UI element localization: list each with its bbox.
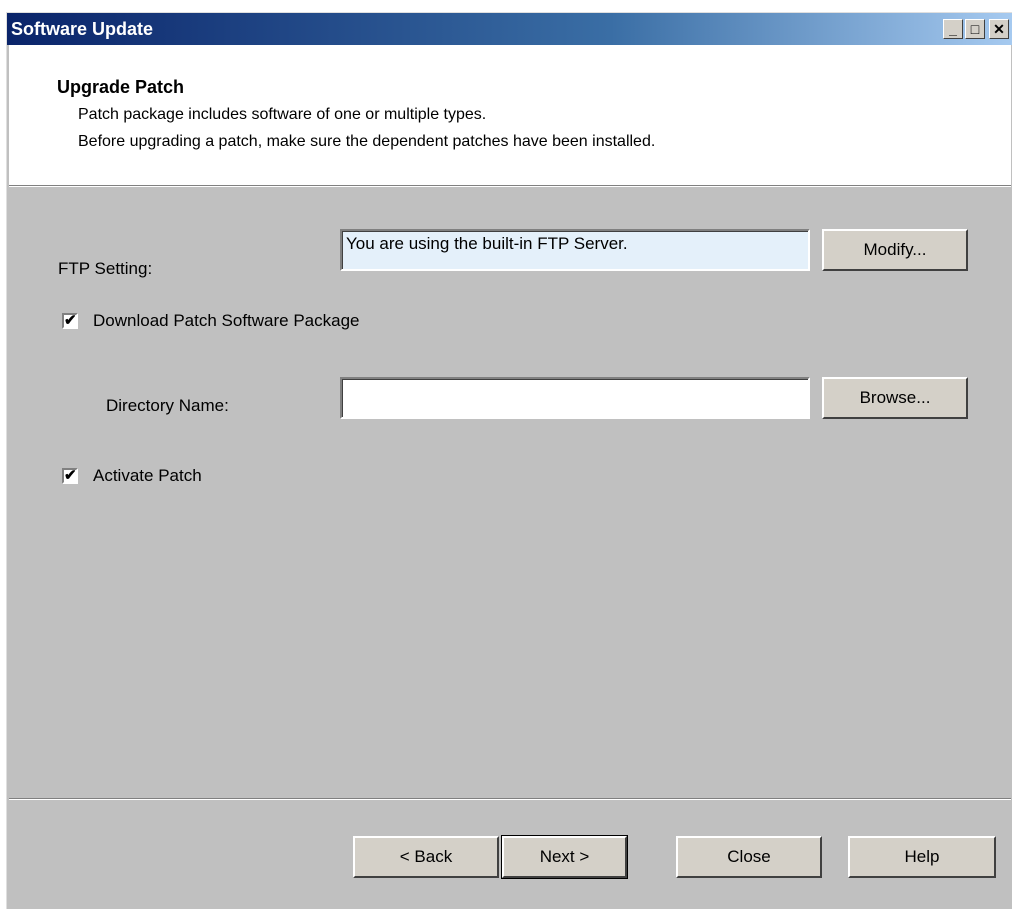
close-button-label: Close [727, 847, 771, 866]
download-patch-checkbox[interactable]: ✔ [62, 313, 78, 329]
window-title: Software Update [11, 19, 154, 39]
download-patch-label[interactable]: Download Patch Software Package [93, 311, 360, 331]
close-icon[interactable]: ✕ [989, 19, 1009, 39]
header-description-2: Before upgrading a patch, make sure the … [78, 133, 656, 150]
wizard-header: Upgrade Patch Patch package includes sof… [9, 45, 1011, 187]
directory-name-input[interactable] [340, 377, 810, 419]
modify-button[interactable]: Modify... [822, 229, 968, 271]
close-button[interactable]: Close [676, 836, 822, 878]
browse-button-label: Browse... [859, 388, 931, 407]
ftp-setting-label: FTP Setting: [58, 259, 153, 278]
next-button-label: Next > [539, 847, 590, 866]
header-description-1: Patch package includes software of one o… [78, 106, 487, 123]
back-button-label: < Back [399, 847, 453, 866]
modify-button-label: Modify... [863, 240, 927, 259]
browse-button[interactable]: Browse... [822, 377, 968, 419]
software-update-dialog: Software Update _ □ ✕ Upgrade Patch Patc… [6, 12, 1012, 909]
next-button[interactable]: Next > [501, 835, 628, 879]
activate-patch-checkbox[interactable]: ✔ [62, 468, 78, 484]
back-button[interactable]: < Back [353, 836, 499, 878]
page-title: Upgrade Patch [57, 77, 185, 97]
activate-patch-label[interactable]: Activate Patch [93, 466, 202, 486]
help-button[interactable]: Help [848, 836, 996, 878]
maximize-icon[interactable]: □ [965, 19, 985, 39]
minimize-icon[interactable]: _ [943, 19, 963, 39]
help-button-label: Help [904, 847, 940, 866]
directory-name-label: Directory Name: [106, 396, 229, 415]
window-controls: _ □ ✕ [943, 19, 1009, 39]
ftp-setting-field: You are using the built-in FTP Server. [340, 229, 810, 271]
footer-separator [9, 798, 1011, 800]
title-bar[interactable]: Software Update _ □ ✕ [7, 13, 1012, 45]
